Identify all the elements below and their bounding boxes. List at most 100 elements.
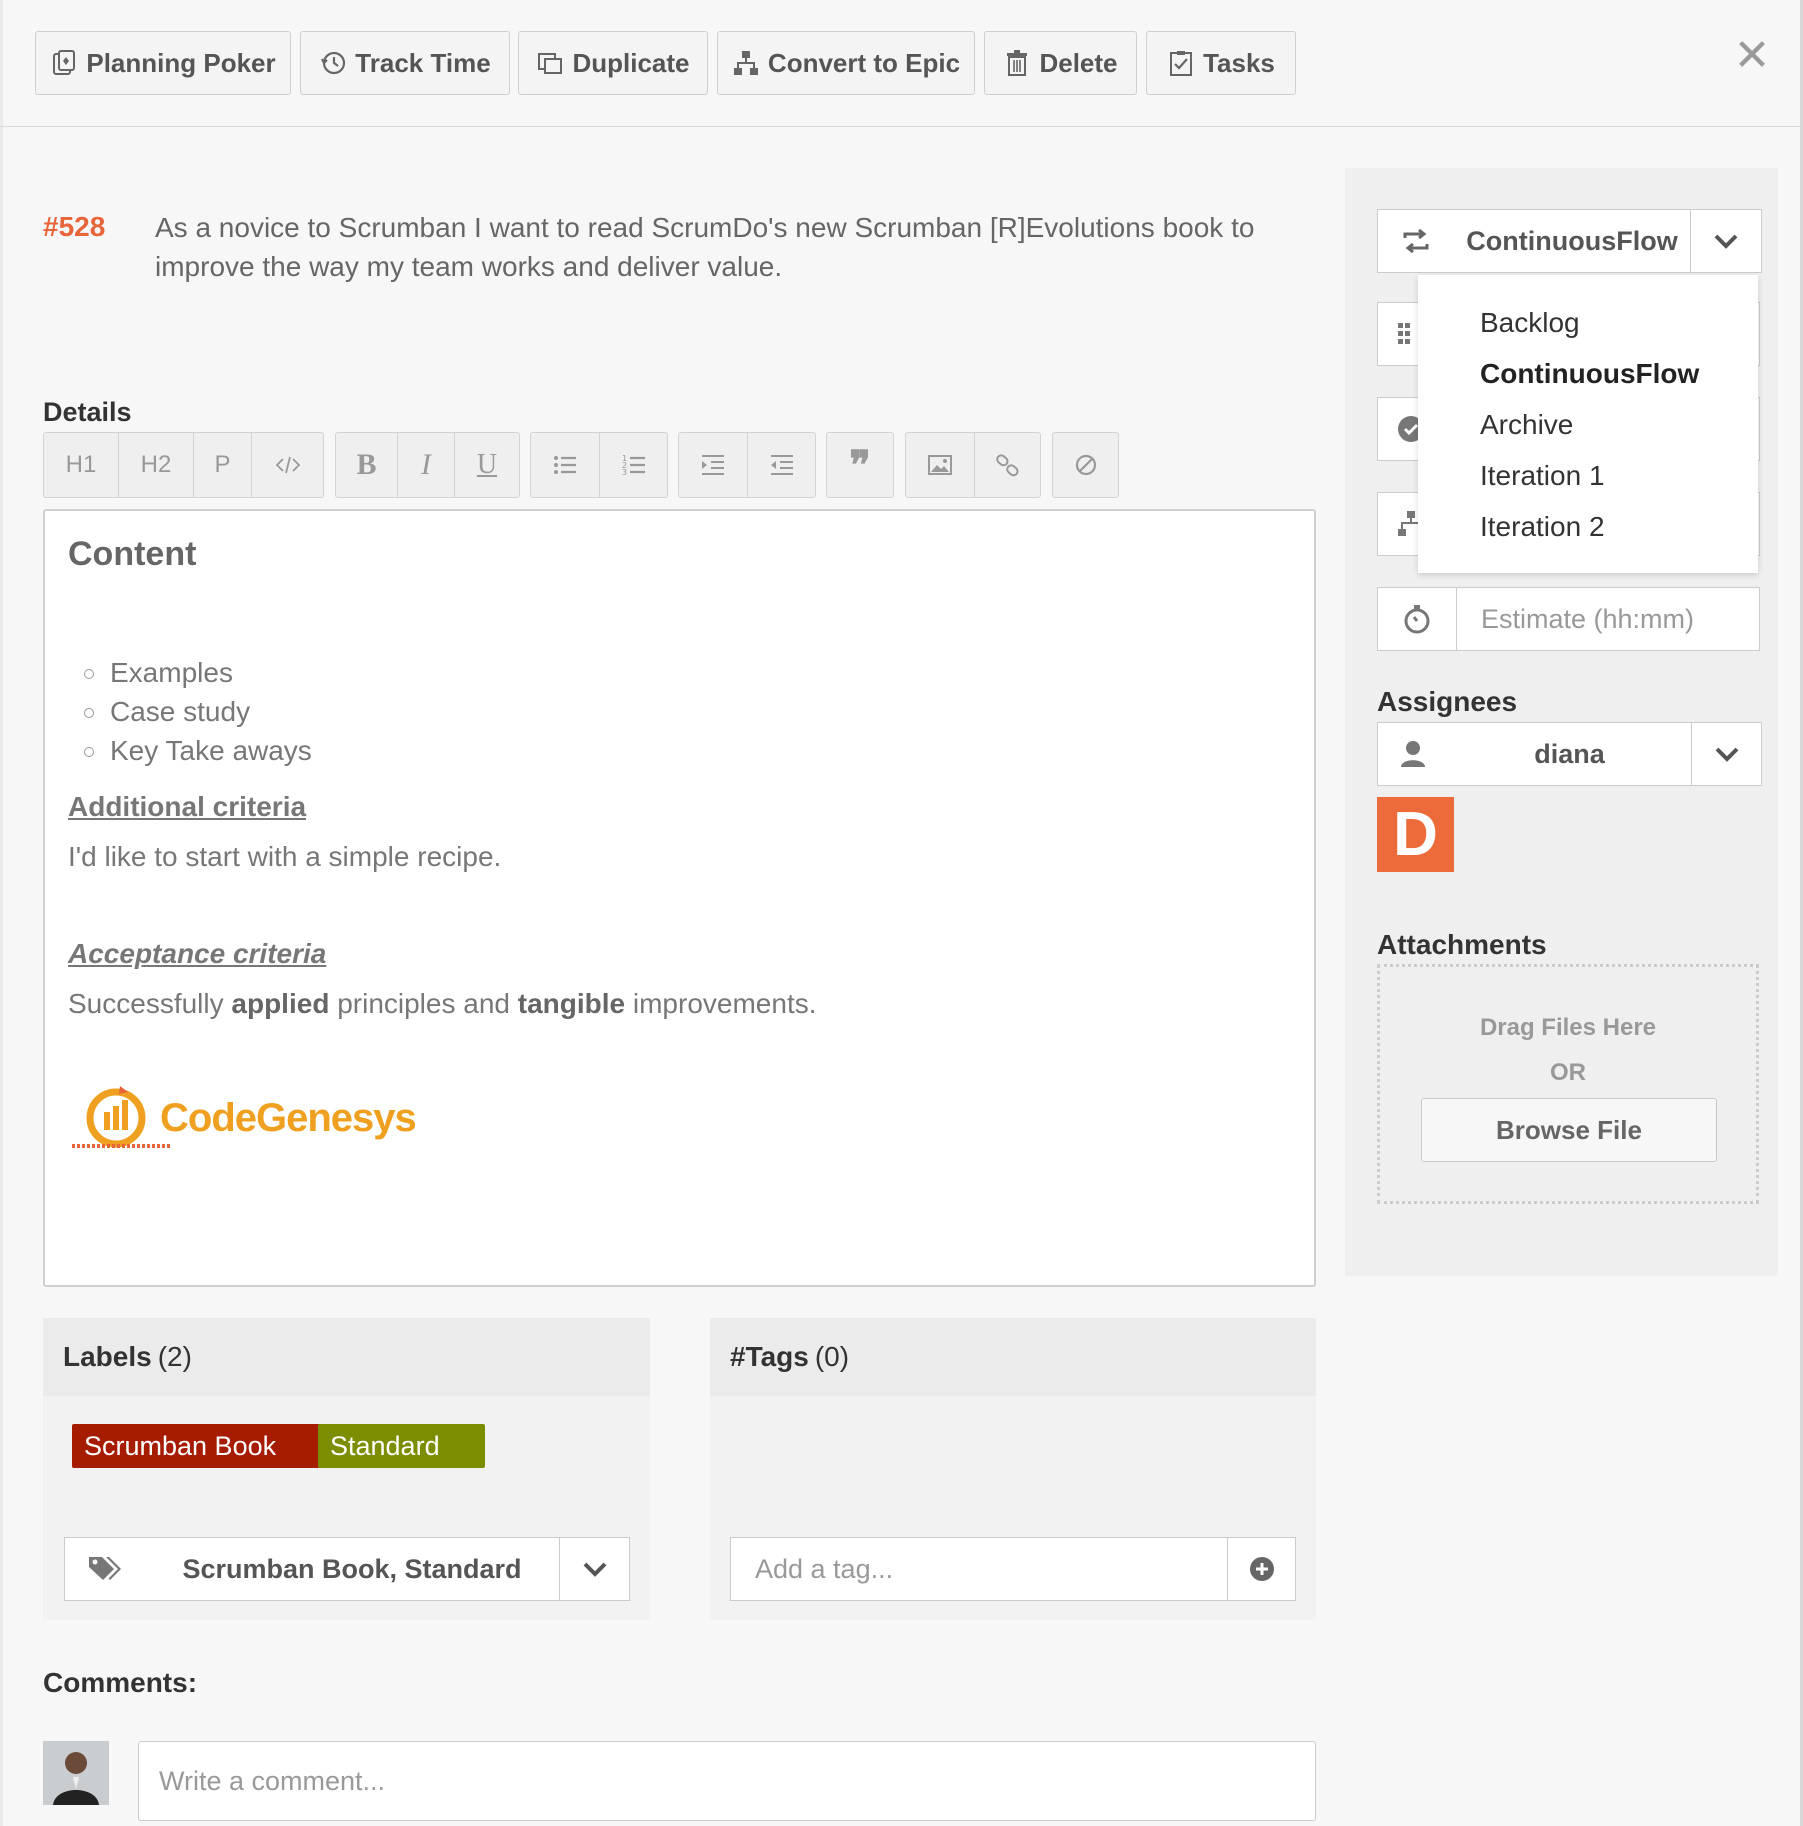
outdent-icon[interactable] xyxy=(748,433,815,497)
assignee-select[interactable]: diana xyxy=(1377,722,1762,786)
bold-icon[interactable]: B xyxy=(336,433,398,497)
list-item: Key Take aways xyxy=(84,731,312,770)
add-tag-box: Add a tag... xyxy=(730,1537,1296,1601)
quote-group: ❞ xyxy=(826,432,894,498)
tags-icon xyxy=(65,1538,145,1600)
underline-icon[interactable]: U xyxy=(455,433,519,497)
cards-icon xyxy=(50,49,78,77)
duplicate-button[interactable]: Duplicate xyxy=(518,31,708,95)
or-text: OR xyxy=(1550,1059,1586,1086)
codegenesys-logo: CodeGenesys xyxy=(70,1082,417,1162)
assignees-label: Assignees xyxy=(1377,686,1518,717)
trash-icon xyxy=(1003,49,1031,77)
h2-button[interactable]: H2 xyxy=(119,433,194,497)
clear-format-icon[interactable] xyxy=(1053,433,1118,497)
planning-poker-label: Planning Poker xyxy=(86,47,276,78)
content-heading: Content xyxy=(68,535,197,573)
link-icon[interactable] xyxy=(975,433,1040,497)
format-block-group: H1 H2 P xyxy=(43,432,324,498)
comment-input[interactable]: Write a comment... xyxy=(138,1741,1316,1821)
clear-format-group xyxy=(1052,432,1119,498)
list-group: 123 xyxy=(530,432,668,498)
toolbar-divider xyxy=(0,126,1803,127)
label-chip-scrumban-book[interactable]: Scrumban Book xyxy=(72,1424,326,1468)
blockquote-icon[interactable]: ❞ xyxy=(827,433,893,497)
labels-title: Labels xyxy=(63,1341,152,1372)
chevron-down-icon[interactable] xyxy=(1690,210,1760,272)
additional-criteria-heading: Additional criteria xyxy=(68,791,307,822)
duplicate-icon xyxy=(536,49,564,77)
planning-poker-button[interactable]: Planning Poker xyxy=(35,31,291,95)
italic-icon[interactable]: I xyxy=(398,433,455,497)
labels-selected-value: Scrumban Book, Standard xyxy=(182,1553,522,1584)
close-icon[interactable]: ✕ xyxy=(1732,34,1772,78)
details-editor[interactable] xyxy=(43,509,1316,1287)
content-list: Examples Case study Key Take aways xyxy=(84,653,312,770)
avatar xyxy=(43,1741,109,1805)
labels-select[interactable]: Scrumban Book, Standard xyxy=(64,1537,630,1601)
label-chip-standard[interactable]: Standard xyxy=(318,1424,485,1468)
delete-label: Delete xyxy=(1039,47,1118,78)
tasks-label: Tasks xyxy=(1203,47,1275,78)
story-id: #528 xyxy=(43,211,106,242)
convert-to-epic-label: Convert to Epic xyxy=(767,47,961,78)
workflow-value: ContinuousFlow xyxy=(1466,225,1678,256)
grid-icon xyxy=(1398,323,1418,352)
code-icon[interactable] xyxy=(252,433,323,497)
attachments-label: Attachments xyxy=(1377,929,1547,960)
assignee-avatar[interactable]: D xyxy=(1377,797,1454,872)
track-time-label: Track Time xyxy=(355,47,491,78)
chevron-down-icon[interactable] xyxy=(559,1538,629,1600)
bullet-list-icon[interactable] xyxy=(531,433,600,497)
workflow-select[interactable]: ContinuousFlow xyxy=(1377,209,1762,273)
history-clock-icon xyxy=(319,49,347,77)
menu-item-iteration-1[interactable]: Iteration 1 xyxy=(1480,460,1605,492)
tags-count: (0) xyxy=(814,1341,850,1372)
indent-icon[interactable] xyxy=(679,433,748,497)
estimate-box: Estimate (hh:mm) xyxy=(1377,587,1760,651)
drag-files-text: Drag Files Here xyxy=(1479,1014,1657,1041)
svg-text:3: 3 xyxy=(622,468,627,477)
media-group xyxy=(905,432,1041,498)
convert-to-epic-button[interactable]: Convert to Epic xyxy=(717,31,975,95)
swap-icon xyxy=(1378,210,1454,272)
image-icon[interactable] xyxy=(906,433,975,497)
menu-item-archive[interactable]: Archive xyxy=(1480,409,1573,441)
stopwatch-icon xyxy=(1378,588,1457,650)
acceptance-criteria-text: Successfully applied principles and tang… xyxy=(68,988,817,1019)
labels-count: (2) xyxy=(157,1341,192,1372)
duplicate-label: Duplicate xyxy=(572,47,690,78)
indent-group xyxy=(678,432,816,498)
menu-item-backlog[interactable]: Backlog xyxy=(1480,307,1580,339)
add-circle-icon[interactable] xyxy=(1227,1538,1295,1600)
h1-button[interactable]: H1 xyxy=(44,433,119,497)
text-style-group: B I U xyxy=(335,432,520,498)
add-tag-input[interactable]: Add a tag... xyxy=(731,1538,1227,1600)
labels-header: Labels (2) xyxy=(43,1318,650,1396)
paragraph-button[interactable]: P xyxy=(194,433,252,497)
acceptance-criteria-heading: Acceptance criteria xyxy=(68,938,327,969)
attachments-dropzone[interactable]: Drag Files Here OR Browse File xyxy=(1377,964,1759,1204)
details-label: Details xyxy=(43,397,132,427)
numbered-list-icon[interactable]: 123 xyxy=(600,433,667,497)
estimate-input[interactable]: Estimate (hh:mm) xyxy=(1457,588,1757,650)
tasks-button[interactable]: Tasks xyxy=(1146,31,1296,95)
delete-button[interactable]: Delete xyxy=(984,31,1137,95)
tags-title: #Tags xyxy=(730,1341,809,1372)
chevron-down-icon[interactable] xyxy=(1691,723,1761,785)
list-item: Case study xyxy=(84,692,312,731)
list-item: Examples xyxy=(84,653,312,692)
menu-item-continuousflow[interactable]: ContinuousFlow xyxy=(1480,358,1699,390)
menu-item-iteration-2[interactable]: Iteration 2 xyxy=(1480,511,1605,543)
checklist-icon xyxy=(1167,49,1195,77)
story-title[interactable]: As a novice to Scrumban I want to read S… xyxy=(155,208,1265,286)
user-icon xyxy=(1378,723,1448,785)
track-time-button[interactable]: Track Time xyxy=(300,31,510,95)
browse-file-button[interactable]: Browse File xyxy=(1421,1098,1717,1162)
comments-label: Comments: xyxy=(43,1667,198,1698)
tags-header: #Tags (0) xyxy=(710,1318,1316,1396)
additional-criteria-text: I'd like to start with a simple recipe. xyxy=(68,841,502,872)
assignee-value: diana xyxy=(1534,738,1605,769)
hierarchy-icon xyxy=(732,49,760,77)
window-left-edge xyxy=(0,0,3,1826)
